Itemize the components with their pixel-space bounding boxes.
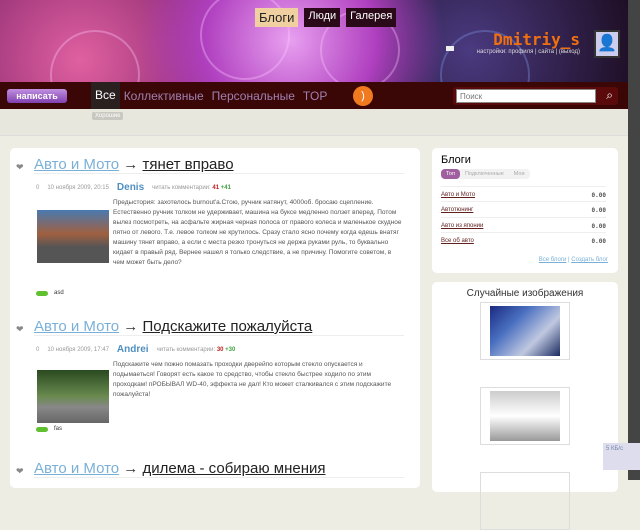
- random-images-widget: Случайные изображения: [432, 282, 618, 530]
- post-meta: 0 10 ноября 2009, 17:47 Andrei читать комме…: [36, 344, 235, 355]
- top-nav: Блоги Люди Галерея: [255, 8, 397, 27]
- user-block: Dmitriy_s настройки: профиля | сайта | (…: [477, 30, 580, 55]
- post-title: Авто и Мото → дилема - собираю мнения: [34, 460, 404, 478]
- blog-row: Авто из японии 0.00: [441, 217, 606, 230]
- post-image[interactable]: [37, 370, 109, 423]
- tag-icon: [36, 290, 48, 296]
- post-tags: fas: [36, 426, 62, 432]
- post-date: 10 ноября 2009, 20:15: [47, 184, 109, 191]
- blog-link[interactable]: Авто и Мото: [34, 460, 119, 477]
- scrollbar[interactable]: [628, 0, 640, 480]
- header-banner: Блоги Люди Галерея Dmitriy_s настройки: …: [0, 0, 628, 82]
- tab-collective[interactable]: Коллективные: [120, 89, 208, 103]
- arrow: →: [123, 318, 139, 335]
- author-link[interactable]: Denis: [117, 182, 144, 193]
- random-images-title: Случайные изображения: [466, 288, 584, 299]
- post-title: Авто и Мото → тянет вправо: [34, 156, 404, 174]
- blog-link[interactable]: Авто и Мото: [34, 156, 119, 173]
- comment-count: 30: [216, 346, 224, 353]
- random-image[interactable]: [480, 387, 570, 445]
- blog-link[interactable]: Автотюнинг: [441, 207, 473, 214]
- user-links[interactable]: настройки: профиля | сайта | (выход): [477, 49, 580, 55]
- blog-rating: 0.00: [591, 238, 606, 245]
- tag-icon: [36, 426, 48, 432]
- rss-icon[interactable]: ): [353, 86, 373, 106]
- blogs-title: Блоги: [441, 154, 471, 166]
- arrow: →: [123, 156, 139, 173]
- random-image[interactable]: [480, 472, 570, 530]
- heart-icon[interactable]: ❤: [16, 466, 24, 477]
- avatar[interactable]: 👤: [594, 30, 620, 58]
- speed-text: 5 КБ/с: [606, 446, 624, 452]
- post-text: Предыстория: захотелось burnout'a.Стою, …: [34, 198, 404, 268]
- comments-link[interactable]: читать комментарии:: [152, 185, 211, 191]
- all-blogs-link[interactable]: Все блоги: [539, 257, 567, 263]
- blog-rating: 0.00: [591, 207, 606, 214]
- blog-row: Авто и Мото 0.00: [441, 186, 606, 199]
- search-box: ⌕: [453, 87, 618, 105]
- blog-rating: 0.00: [591, 223, 606, 230]
- post-title: Авто и Мото → Подскажите пожалуйста: [34, 318, 404, 336]
- blog-rating: 0.00: [591, 192, 606, 199]
- subnav: Хорошие: [0, 109, 628, 136]
- title-link[interactable]: дилема - собираю мнения: [142, 460, 325, 477]
- tab-top[interactable]: TOP: [299, 89, 331, 103]
- arrow: →: [123, 460, 139, 477]
- post-date: 10 ноября 2009, 17:47: [47, 346, 109, 353]
- blogs-tab-top[interactable]: Топ: [441, 169, 460, 179]
- new-comment-count: +41: [220, 184, 231, 191]
- write-button[interactable]: написать: [7, 89, 67, 103]
- blog-row: Автотюнинг 0.00: [441, 201, 606, 214]
- subtab-good[interactable]: Хорошие: [92, 112, 124, 120]
- search-input[interactable]: [456, 89, 596, 103]
- tab-personal[interactable]: Персональные: [208, 89, 299, 103]
- author-link[interactable]: Andrei: [117, 344, 149, 355]
- search-icon[interactable]: ⌕: [606, 88, 613, 103]
- blog-link[interactable]: Авто и Мото: [441, 192, 475, 199]
- blog-link[interactable]: Авто и Мото: [34, 318, 119, 335]
- mail-icon[interactable]: [446, 46, 454, 51]
- blog-row: Все об авто 0.00: [441, 232, 606, 245]
- post-tags: asd: [36, 290, 64, 296]
- create-blog-link[interactable]: Создать блог: [571, 257, 608, 263]
- tab-all[interactable]: Все: [91, 82, 120, 109]
- blogs-tab-mine[interactable]: Мои: [509, 169, 530, 179]
- new-comment-count: +30: [225, 346, 236, 353]
- blogs-widget: Блоги Топ Подключенные Мои Авто и Мото 0.00…: [432, 148, 618, 273]
- title-link[interactable]: Подскажите пожалуйста: [142, 318, 312, 335]
- main-nav: написать Все Коллективные Персональные T…: [0, 82, 628, 109]
- posts-list: ❤ Авто и Мото → тянет вправо 0 10 ноября …: [10, 148, 420, 488]
- blog-link[interactable]: Все об авто: [441, 238, 474, 245]
- comments-link[interactable]: читать комментарии:: [157, 347, 216, 353]
- tag-link[interactable]: asd: [54, 290, 64, 296]
- blogs-tab-subscribed[interactable]: Подключенные: [460, 169, 509, 179]
- speed-widget: 5 КБ/с: [603, 443, 640, 470]
- vote-count[interactable]: 0: [36, 347, 39, 353]
- tag-link[interactable]: fas: [54, 426, 62, 432]
- heart-icon[interactable]: ❤: [16, 162, 24, 173]
- vote-count[interactable]: 0: [36, 185, 39, 191]
- topnav-blogs[interactable]: Блоги: [255, 8, 299, 27]
- blog-link[interactable]: Авто из японии: [441, 223, 483, 230]
- random-image[interactable]: [480, 302, 570, 360]
- title-link[interactable]: тянет вправо: [142, 156, 233, 173]
- username-link[interactable]: Dmitriy_s: [477, 30, 580, 49]
- post-image[interactable]: [37, 210, 109, 263]
- post-meta: 0 10 ноября 2009, 20:15 Denis читать коммен…: [36, 182, 231, 193]
- comment-count: 41: [212, 184, 220, 191]
- heart-icon[interactable]: ❤: [16, 324, 24, 335]
- topnav-people[interactable]: Люди: [304, 8, 341, 27]
- post-text: Подскажите чем пожно помазать проходки д…: [34, 360, 404, 423]
- topnav-gallery[interactable]: Галерея: [346, 8, 397, 27]
